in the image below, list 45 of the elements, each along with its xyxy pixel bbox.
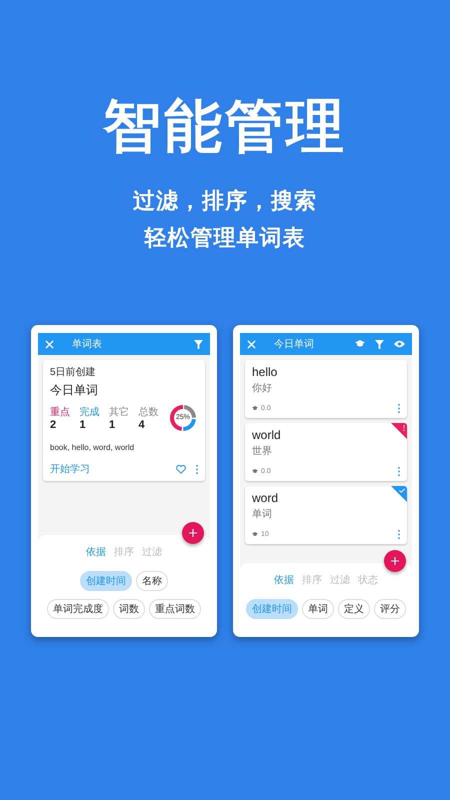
word-text: hello: [252, 365, 278, 379]
filter-icon[interactable]: [375, 340, 384, 348]
stat-value: 1: [109, 419, 116, 431]
cap-icon[interactable]: [355, 340, 365, 348]
stat-value: 1: [80, 419, 87, 431]
word-text: word: [252, 491, 280, 505]
sort-chip[interactable]: 重点词数: [149, 599, 201, 619]
sort-chip[interactable]: 评分: [374, 599, 406, 619]
subtitle: 过滤，排序，搜索: [133, 187, 317, 215]
sort-chip[interactable]: 定义: [338, 599, 370, 619]
cap-icon: [252, 469, 258, 474]
word-text: world: [252, 428, 282, 442]
app-bar-title: 今日单词: [274, 338, 315, 351]
sort-chip[interactable]: 单词完成度: [47, 599, 109, 619]
add-button[interactable]: [384, 550, 406, 572]
meaning-text: 你好: [252, 382, 273, 395]
sort-chip[interactable]: 词数: [113, 599, 145, 619]
meaning-text: 世界: [252, 444, 273, 458]
subtitle: 轻松管理单词表: [144, 224, 306, 252]
headline: 智能管理: [103, 93, 347, 161]
stat-label: 重点: [50, 406, 71, 419]
word-list-text: book, hello, word, world: [50, 443, 136, 452]
wordlist-title: 今日单词: [50, 382, 99, 399]
sort-chip[interactable]: 单词: [302, 599, 334, 619]
sort-chip[interactable]: 名称: [136, 571, 168, 591]
plus-icon: [391, 557, 399, 565]
eye-icon[interactable]: [394, 340, 405, 348]
heart-icon[interactable]: [176, 464, 186, 474]
stat-value: 2: [50, 419, 58, 431]
meaning-text: 单词: [252, 508, 273, 521]
close-icon[interactable]: [247, 340, 256, 348]
cap-icon: [252, 532, 258, 537]
stat-label: 总数: [138, 406, 160, 419]
stat-label: 其它: [109, 406, 130, 419]
filter-icon[interactable]: [194, 340, 203, 348]
cap-icon: [252, 406, 258, 411]
close-icon[interactable]: [45, 340, 54, 348]
app-bar-title: 单词表: [72, 338, 103, 351]
plus-icon: [189, 529, 197, 537]
stat-label: 完成: [80, 406, 100, 419]
stat-value: 4: [138, 419, 146, 431]
created-date: 5日前创建: [50, 366, 97, 379]
donut-chart: [168, 403, 198, 433]
check-icon: [399, 488, 405, 493]
add-button[interactable]: [182, 522, 204, 544]
